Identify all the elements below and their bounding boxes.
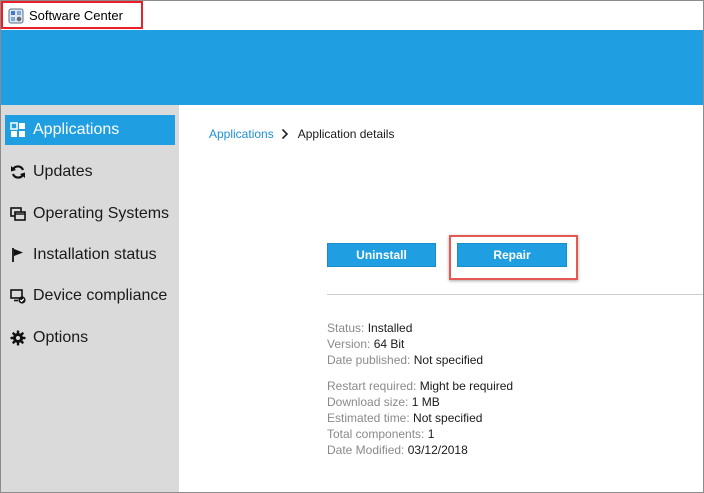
sidebar-item-label: Device compliance: [33, 287, 168, 304]
detail-total-components: Total components: 1: [327, 427, 435, 441]
detail-date-published: Date published: Not specified: [327, 353, 484, 367]
breadcrumb-applications-link[interactable]: Applications: [209, 127, 274, 141]
divider: [327, 294, 703, 295]
flag-icon: [9, 246, 27, 264]
detail-estimated-time: Estimated time: Not specified: [327, 411, 483, 425]
sidebar-item-options[interactable]: Options: [5, 323, 175, 353]
repair-button[interactable]: Repair: [457, 243, 567, 267]
breadcrumb: Applications Application details: [209, 127, 394, 141]
detail-date-modified: Date Modified: 03/12/2018: [327, 443, 468, 457]
sidebar-item-label: Applications: [33, 121, 120, 138]
sidebar-item-label: Installation status: [33, 246, 157, 263]
uninstall-button[interactable]: Uninstall: [327, 243, 436, 267]
header-banner: [1, 30, 703, 105]
detail-version: Version: 64 Bit: [327, 337, 405, 351]
app-details-summary: Status: Installed Version: 64 Bit Date p…: [327, 320, 483, 368]
breadcrumb-current: Application details: [297, 127, 395, 141]
device-compliance-icon: [9, 287, 27, 305]
sidebar: Applications Updates Operating Systems I…: [1, 105, 179, 492]
sidebar-item-operating-systems[interactable]: Operating Systems: [5, 199, 175, 229]
detail-restart-required: Restart required: Might be required: [327, 379, 514, 393]
sidebar-item-label: Operating Systems: [33, 205, 170, 222]
detail-download-size: Download size: 1 MB: [327, 395, 440, 409]
sidebar-item-label: Updates: [33, 163, 93, 180]
title-highlight-box: [1, 1, 143, 29]
sidebar-item-label: Options: [33, 329, 89, 346]
applications-icon: [9, 121, 27, 139]
app-details-extended: Restart required: Might be required Down…: [327, 378, 513, 458]
sidebar-item-device-compliance[interactable]: Device compliance: [5, 281, 175, 311]
operating-systems-icon: [9, 205, 27, 223]
detail-status: Status: Installed: [327, 321, 413, 335]
chevron-right-icon: [281, 128, 291, 140]
refresh-icon: [9, 163, 27, 181]
sidebar-item-updates[interactable]: Updates: [5, 157, 175, 187]
sidebar-item-installation-status[interactable]: Installation status: [5, 240, 175, 270]
sidebar-item-applications[interactable]: Applications: [5, 115, 175, 145]
gear-icon: [9, 329, 27, 347]
